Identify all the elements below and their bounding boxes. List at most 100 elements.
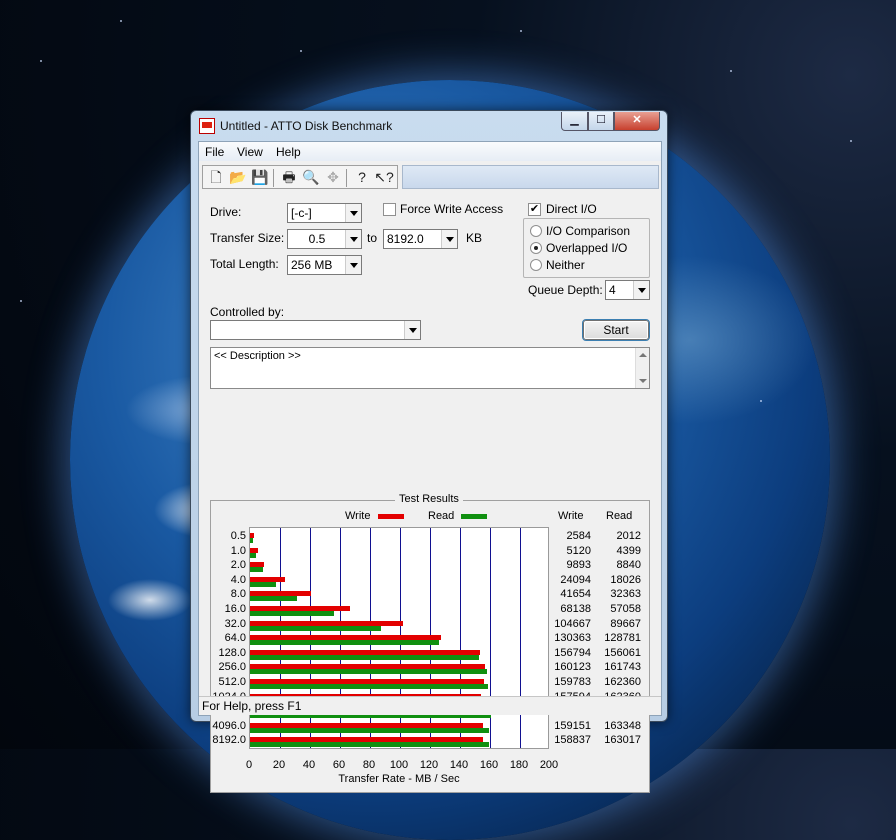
- overlapped-io-radio[interactable]: [530, 242, 542, 254]
- write-value: 158837: [554, 734, 591, 746]
- read-value: 8840: [616, 559, 641, 571]
- total-length-select[interactable]: 256 MB: [287, 255, 362, 275]
- read-value: 163017: [604, 734, 641, 746]
- read-bar: [250, 582, 277, 587]
- queue-depth-label: Queue Depth:: [528, 283, 603, 297]
- context-help-icon[interactable]: ↖?: [374, 168, 394, 187]
- read-bar: [250, 538, 253, 543]
- y-tick-label: 8192.0: [212, 734, 246, 746]
- direct-io-label: Direct I/O: [546, 202, 597, 216]
- drive-value: [-c-]: [291, 206, 312, 220]
- total-length-value: 256 MB: [291, 258, 333, 272]
- transfer-from-value: 0.5: [308, 232, 326, 246]
- scroll-up-icon[interactable]: [639, 353, 647, 357]
- write-value: 159783: [554, 676, 591, 688]
- menu-view[interactable]: View: [237, 145, 263, 159]
- print-icon[interactable]: 🖶: [279, 168, 299, 187]
- toolbar: 🗋 📂 💾 🖶 🔍 ✥ ? ↖?: [199, 163, 661, 191]
- toolbar-separator: [273, 169, 274, 187]
- status-text: For Help, press F1: [202, 699, 302, 713]
- x-tick-label: 60: [332, 759, 346, 771]
- transfer-to-value: 8192.0: [387, 232, 424, 246]
- legend-write-swatch: [378, 514, 404, 519]
- y-tick-label: 16.0: [224, 603, 246, 615]
- write-column-header: Write: [558, 510, 584, 522]
- read-bar: [250, 684, 488, 689]
- chevron-down-icon[interactable]: [345, 230, 361, 248]
- read-value: 4399: [616, 545, 641, 557]
- read-bar: [250, 640, 439, 645]
- y-tick-label: 512.0: [218, 676, 246, 688]
- read-value: 161743: [604, 661, 641, 673]
- chevron-down-icon[interactable]: [633, 281, 649, 299]
- gridline: [520, 528, 521, 748]
- write-value: 5120: [566, 545, 591, 557]
- read-bar: [250, 553, 257, 558]
- queue-depth-select[interactable]: 4: [605, 280, 650, 300]
- read-value: 18026: [610, 574, 641, 586]
- write-value: 2584: [566, 530, 591, 542]
- chevron-down-icon[interactable]: [441, 230, 457, 248]
- transfer-from-select[interactable]: 0.5: [287, 229, 362, 249]
- read-bar: [250, 669, 487, 674]
- new-icon[interactable]: 🗋: [206, 168, 226, 187]
- direct-io-checkbox[interactable]: ✔: [528, 203, 541, 216]
- read-value: 32363: [610, 588, 641, 600]
- y-tick-label: 128.0: [218, 647, 246, 659]
- read-bar: [250, 567, 263, 572]
- open-icon[interactable]: 📂: [228, 168, 248, 187]
- description-text: << Description >>: [214, 350, 301, 362]
- write-value: 104667: [554, 618, 591, 630]
- start-button[interactable]: Start: [582, 319, 650, 341]
- client-area: File View Help 🗋 📂 💾 🖶 🔍 ✥ ? ↖? Drive: […: [198, 141, 662, 793]
- transfer-to-select[interactable]: 8192.0: [383, 229, 458, 249]
- star: [20, 300, 22, 302]
- chevron-down-icon[interactable]: [345, 256, 361, 274]
- force-write-checkbox[interactable]: [383, 203, 396, 216]
- menu-file[interactable]: File: [205, 145, 224, 159]
- chart-plot-area: [249, 527, 549, 749]
- close-button[interactable]: ✕: [614, 112, 660, 131]
- neither-label: Neither: [546, 258, 585, 272]
- star: [300, 50, 302, 52]
- y-tick-label: 0.5: [230, 530, 246, 542]
- total-length-label: Total Length:: [210, 257, 279, 271]
- scroll-down-icon[interactable]: [639, 379, 647, 383]
- y-tick-label: 256.0: [218, 661, 246, 673]
- chevron-down-icon[interactable]: [404, 321, 420, 339]
- legend-read-swatch: [461, 514, 487, 519]
- move-icon[interactable]: ✥: [323, 168, 343, 187]
- io-comparison-radio[interactable]: [530, 225, 542, 237]
- y-tick-label: 4.0: [230, 574, 246, 586]
- menu-help[interactable]: Help: [276, 145, 301, 159]
- write-value: 130363: [554, 632, 591, 644]
- y-tick-label: 32.0: [224, 618, 246, 630]
- minimize-button[interactable]: ▁: [561, 112, 588, 131]
- controlled-by-select[interactable]: [210, 320, 421, 340]
- neither-radio[interactable]: [530, 259, 542, 271]
- read-value: 162360: [604, 676, 641, 688]
- overlapped-io-label: Overlapped I/O: [546, 241, 628, 255]
- star: [730, 70, 732, 72]
- help-icon[interactable]: ?: [352, 168, 372, 187]
- maximize-button[interactable]: ☐: [588, 112, 614, 131]
- to-label: to: [367, 231, 378, 245]
- status-bar: For Help, press F1: [199, 696, 661, 715]
- star: [120, 20, 122, 22]
- y-tick-label: 4096.0: [212, 720, 246, 732]
- description-scrollbar[interactable]: [635, 348, 649, 388]
- x-axis-label: Transfer Rate - MB / Sec: [338, 773, 460, 785]
- legend-write-label: Write: [345, 510, 371, 522]
- app-icon: [199, 118, 215, 134]
- save-icon[interactable]: 💾: [250, 168, 270, 187]
- print-preview-icon[interactable]: 🔍: [301, 168, 321, 187]
- drive-select[interactable]: [-c-]: [287, 203, 362, 223]
- test-results-panel: Test Results Write Read Write Read 0 20 40…: [210, 493, 650, 793]
- controlled-by-label: Controlled by:: [210, 305, 285, 319]
- read-bar: [250, 742, 489, 747]
- read-bar: [250, 626, 382, 631]
- y-tick-label: 8.0: [230, 588, 246, 600]
- title-bar[interactable]: Untitled - ATTO Disk Benchmark ▁ ☐ ✕: [191, 111, 667, 141]
- chevron-down-icon[interactable]: [345, 204, 361, 222]
- description-textarea[interactable]: << Description >>: [210, 347, 650, 389]
